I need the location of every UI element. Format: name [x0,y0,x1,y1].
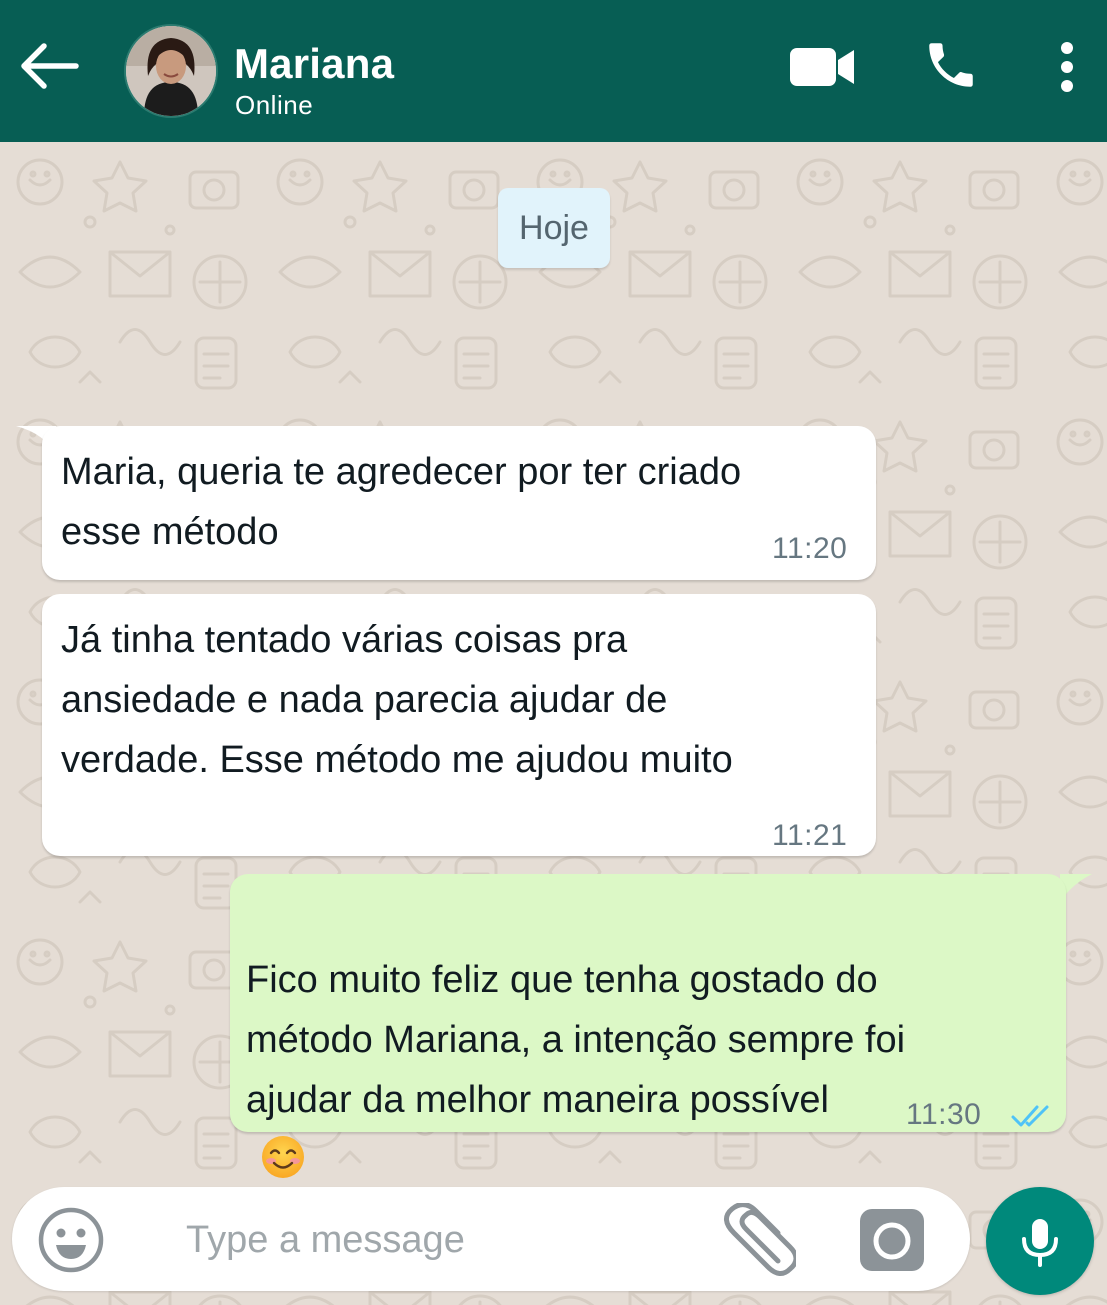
contact-avatar[interactable] [124,24,218,118]
message-text: Maria, queria te agredecer por ter criad… [61,451,742,553]
contact-status: Online [235,90,314,120]
date-separator: Hoje [498,188,610,268]
camera-icon[interactable] [858,1207,926,1273]
message-text: Fico muito feliz que tenha gostado do mé… [246,890,905,1190]
more-options-icon[interactable] [1048,38,1086,96]
message-time: 11:30 [906,1098,982,1131]
incoming-message[interactable]: Maria, queria te agredecer por ter criad… [42,426,876,580]
message-text: Já tinha tentado várias coisas pra ansie… [61,619,733,781]
incoming-message[interactable]: Já tinha tentado várias coisas pra ansie… [42,594,876,856]
phone-icon[interactable] [920,36,982,94]
contact-name[interactable]: Mariana [234,40,394,88]
avatar-photo [126,26,216,116]
emoji-icon[interactable] [36,1205,106,1275]
message-composer [12,1187,970,1291]
message-input[interactable] [184,1209,688,1271]
back-arrow-icon[interactable] [14,38,84,94]
double-check-read-icon [1011,1105,1049,1127]
chat-header: Mariana Online [0,0,1107,142]
video-call-icon[interactable] [786,42,858,92]
smiling-face-emoji [262,1136,304,1178]
message-time: 11:21 [772,819,848,852]
message-time: 11:20 [772,532,848,565]
paperclip-icon[interactable] [716,1202,799,1277]
outgoing-message[interactable]: Fico muito feliz que tenha gostado do mé… [230,874,1066,1178]
microphone-icon[interactable] [986,1187,1094,1295]
message-text-content: Fico muito feliz que tenha gostado do mé… [246,959,906,1121]
